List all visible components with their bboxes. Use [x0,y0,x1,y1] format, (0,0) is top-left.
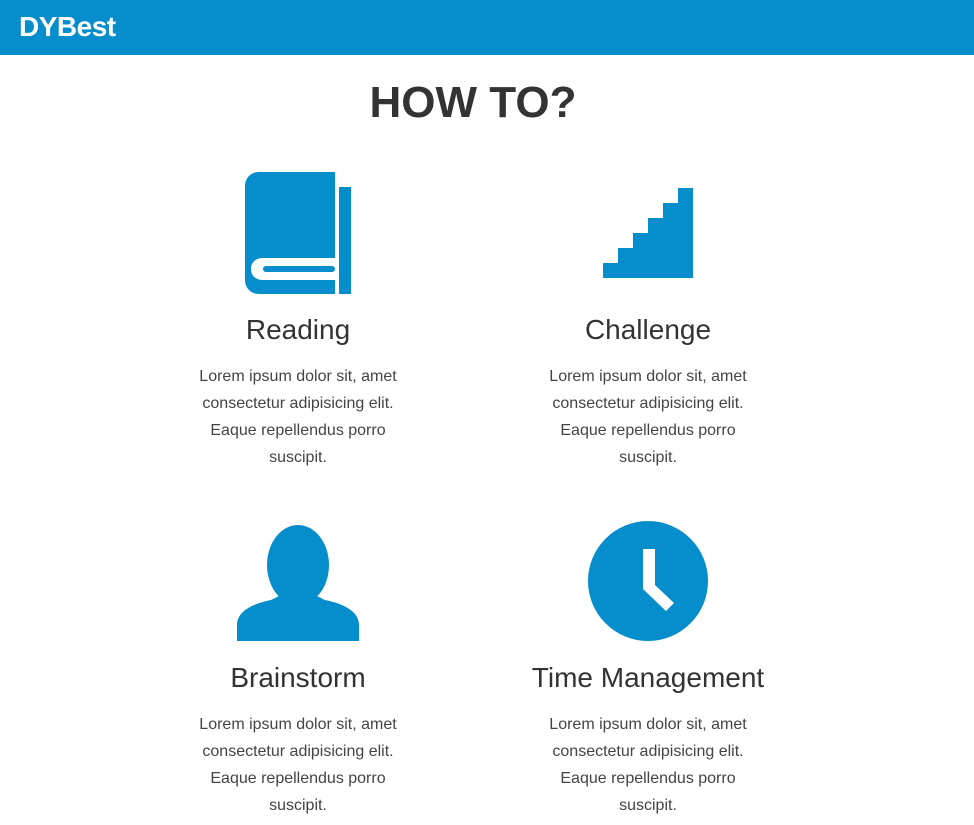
person-icon [168,520,428,641]
navbar: DYBest [0,0,974,55]
feature-brainstorm: Brainstorm Lorem ipsum dolor sit, amet c… [168,0,428,825]
brand-link[interactable]: DYBest [19,10,116,44]
feature-title: Time Management [531,662,765,693]
feature-time-management: Time Management Lorem ipsum dolor sit, a… [518,0,778,825]
feature-text: Lorem ipsum dolor sit, amet consectetur … [549,716,747,814]
page-title: HOW TO? [369,78,577,127]
feature-title: Brainstorm [230,662,366,693]
feature-text: Lorem ipsum dolor sit, amet consectetur … [199,716,397,814]
clock-icon [518,521,778,641]
